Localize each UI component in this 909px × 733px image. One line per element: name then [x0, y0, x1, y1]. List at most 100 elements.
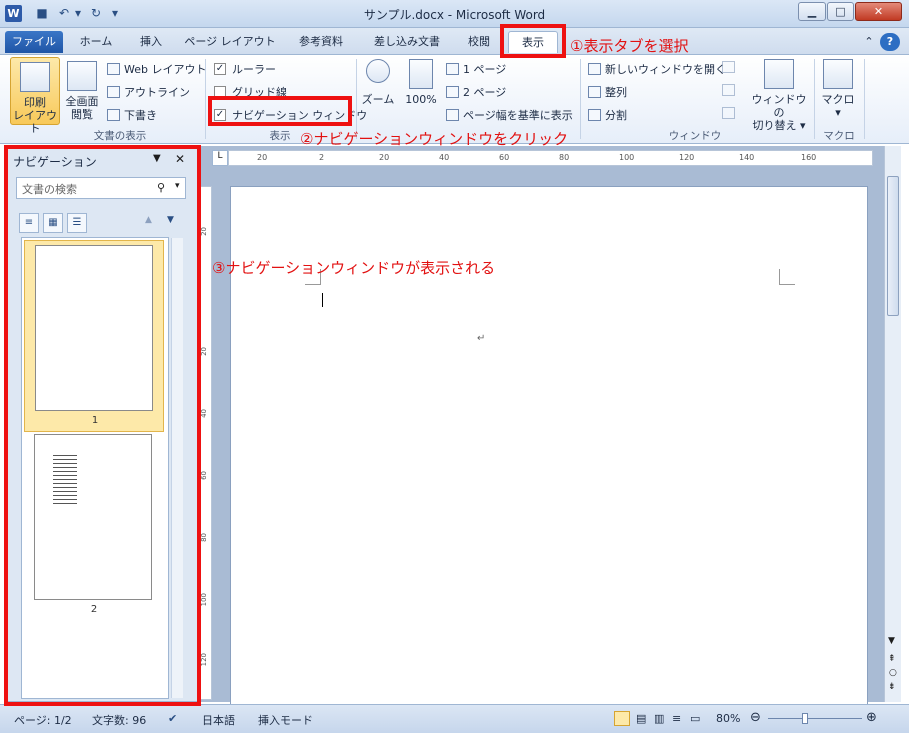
- full-screen-reading-button[interactable]: 全画面 閲覧: [62, 61, 102, 121]
- two-pages-icon: [446, 86, 459, 98]
- arrange-icon: [588, 86, 601, 98]
- ribbon-tabs: ファイル ホーム 挿入 ページ レイアウト 参考資料 差し込み文書 校閲 表示 …: [0, 28, 909, 54]
- split-icon: [588, 109, 601, 121]
- view-side-by-side-icon[interactable]: [722, 61, 739, 73]
- ruler-tick-label: 120: [200, 653, 208, 667]
- insert-mode[interactable]: 挿入モード: [258, 712, 313, 728]
- full-screen-status-icon[interactable]: ▤: [636, 712, 646, 725]
- annotation-step2: ②ナビゲーションウィンドウをクリック: [300, 130, 569, 148]
- ruler-tick-label: 80: [200, 533, 208, 542]
- help-icon[interactable]: ?: [880, 33, 900, 51]
- group-label-macros: マクロ: [823, 130, 855, 142]
- page-width-icon: [446, 109, 459, 121]
- annotation-box-nav-checkbox: [208, 96, 352, 126]
- ruler-tick-label: 2: [319, 153, 325, 162]
- new-window-button[interactable]: 新しいウィンドウを開く: [588, 61, 726, 77]
- annotation-box-nav-pane: [4, 145, 201, 706]
- next-page-icon[interactable]: ⇟: [888, 682, 896, 692]
- switch-windows-button[interactable]: ウィンドウの 切り替え ▾: [748, 59, 810, 132]
- tab-insert[interactable]: 挿入: [126, 31, 176, 53]
- annotation-step3: ③ナビゲーションウィンドウが表示される: [212, 259, 496, 277]
- outline-status-icon[interactable]: ≡: [672, 712, 681, 725]
- previous-page-icon[interactable]: ⇞: [888, 654, 896, 664]
- close-button[interactable]: ✕: [855, 2, 902, 21]
- ruler-tick-label: 20: [200, 347, 208, 356]
- annotation-box-view-tab: [500, 24, 566, 58]
- scroll-thumb[interactable]: [887, 176, 899, 316]
- draft-icon: [107, 109, 120, 121]
- tab-page-layout[interactable]: ページ レイアウト: [180, 31, 280, 53]
- ruler-tick-label: 20: [379, 153, 390, 162]
- word-count[interactable]: 文字数: 96: [92, 712, 146, 728]
- vertical-scrollbar[interactable]: ▼ ⇞ ○ ⇟: [884, 146, 901, 702]
- print-layout-button[interactable]: 印刷 レイアウト: [10, 57, 60, 135]
- zoom-in-icon[interactable]: ⊕: [866, 710, 877, 725]
- group-label-show: 表示: [269, 130, 291, 142]
- ruler-tick-label: 40: [439, 153, 450, 162]
- ruler-tick-label: 100: [200, 593, 208, 607]
- two-pages-button[interactable]: 2 ページ: [446, 84, 506, 100]
- maximize-button[interactable]: □: [827, 2, 854, 21]
- arrange-all-button[interactable]: 整列: [588, 84, 627, 100]
- page-100-icon: [409, 59, 433, 89]
- title-bar: W ■ ↶ ▾ ↻ ▾ サンプル.docx - Microsoft Word ▁…: [0, 0, 909, 28]
- zoom-100-button[interactable]: 100%: [400, 59, 442, 106]
- web-layout-status-icon[interactable]: ▥: [654, 712, 664, 725]
- tab-file[interactable]: ファイル: [5, 31, 63, 53]
- outline-button[interactable]: アウトライン: [107, 84, 190, 100]
- zoom-slider[interactable]: [768, 718, 862, 719]
- tab-references[interactable]: 参考資料: [284, 31, 358, 53]
- scroll-down-icon[interactable]: ▼: [888, 636, 895, 646]
- paragraph-mark-icon: ↵: [477, 333, 486, 344]
- group-label-document-views: 文書の表示: [93, 130, 147, 142]
- ruler-tick-label: 120: [679, 153, 695, 162]
- ruler-tick-label: 20: [257, 153, 268, 162]
- sync-scroll-icon[interactable]: [722, 84, 739, 96]
- tab-mailings[interactable]: 差し込み文書: [362, 31, 452, 53]
- zoom-slider-thumb[interactable]: [801, 713, 808, 724]
- proofing-icon[interactable]: ✔: [168, 712, 177, 725]
- draft-button[interactable]: 下書き: [107, 107, 157, 123]
- status-bar: ページ: 1/2 文字数: 96 ✔ 日本語 挿入モード ▤ ▥ ≡ ▭ 80%…: [0, 704, 909, 733]
- tab-selector-icon[interactable]: L: [212, 150, 228, 166]
- ruler-tick-label: 100: [619, 153, 635, 162]
- text-cursor: [322, 293, 323, 307]
- web-layout-icon: [107, 63, 120, 75]
- checkmark-icon: ✓: [214, 63, 226, 75]
- switch-windows-icon: [764, 59, 794, 89]
- ruler-tick-label: 20: [200, 227, 208, 236]
- page-width-button[interactable]: ページ幅を基準に表示: [446, 107, 573, 123]
- minimize-button[interactable]: ▁: [798, 2, 826, 21]
- ruler-tick-label: 40: [200, 409, 208, 418]
- horizontal-ruler[interactable]: 20 2 20 40 60 80 100 120 140 160: [228, 150, 873, 166]
- annotation-step1: ①表示タブを選択: [570, 37, 689, 55]
- macros-button[interactable]: マクロ ▾: [818, 59, 858, 119]
- tab-review[interactable]: 校閲: [456, 31, 502, 53]
- minimize-ribbon-icon[interactable]: ⌃: [860, 31, 878, 53]
- ruler-tick-label: 80: [559, 153, 570, 162]
- one-page-button[interactable]: 1 ページ: [446, 61, 506, 77]
- ruler-tick-label: 160: [801, 153, 817, 162]
- outline-icon: [107, 86, 120, 98]
- tab-home[interactable]: ホーム: [70, 31, 122, 53]
- one-page-icon: [446, 63, 459, 75]
- zoom-button[interactable]: ズーム: [360, 59, 396, 106]
- print-layout-status-icon[interactable]: [614, 711, 630, 726]
- ruler-checkbox[interactable]: ✓ ルーラー: [214, 61, 276, 77]
- zoom-out-icon[interactable]: ⊖: [750, 710, 761, 725]
- reset-window-position-icon[interactable]: [722, 107, 739, 119]
- draft-status-icon[interactable]: ▭: [690, 712, 700, 725]
- margin-corner-right: [779, 269, 795, 285]
- group-label-window: ウィンドウ: [668, 130, 722, 142]
- browse-object-icon[interactable]: ○: [889, 668, 897, 678]
- full-screen-icon: [67, 61, 97, 91]
- page-count[interactable]: ページ: 1/2: [14, 712, 72, 728]
- language[interactable]: 日本語: [202, 712, 235, 728]
- zoom-level[interactable]: 80%: [716, 712, 740, 725]
- split-button[interactable]: 分割: [588, 107, 627, 123]
- ruler-tick-label: 140: [739, 153, 755, 162]
- ruler-tick-label: 60: [499, 153, 510, 162]
- ruler-tick-label: 60: [200, 471, 208, 480]
- macro-icon: [823, 59, 853, 89]
- web-layout-button[interactable]: Web レイアウト: [107, 61, 206, 77]
